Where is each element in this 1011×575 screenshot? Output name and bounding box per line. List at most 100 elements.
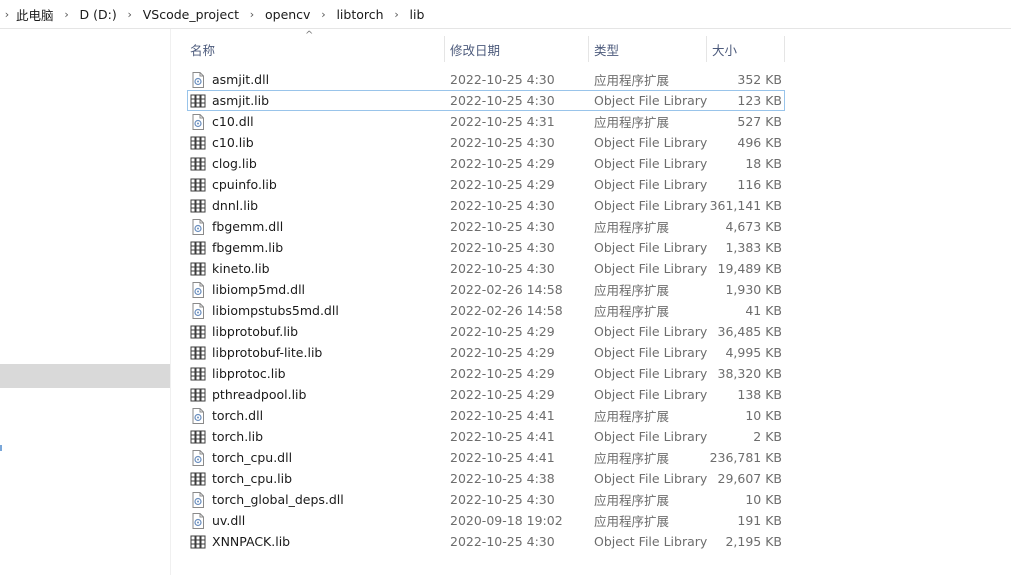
chevron-right-icon[interactable]: › xyxy=(241,8,263,21)
file-row[interactable]: libprotobuf.lib 2022-10-25 4:29 Object Fil… xyxy=(187,321,785,342)
column-header-size[interactable]: 大小 xyxy=(707,36,785,62)
file-name-cell[interactable]: XNNPACK.lib xyxy=(188,534,446,550)
breadcrumb-item-vscode-project[interactable]: VScode_project xyxy=(141,0,241,28)
file-row[interactable]: libprotoc.lib 2022-10-25 4:29 Object File … xyxy=(187,363,785,384)
chevron-right-icon[interactable]: › xyxy=(386,8,408,21)
file-size: 29,607 KB xyxy=(717,471,782,486)
file-name-cell[interactable]: libprotobuf-lite.lib xyxy=(188,345,446,361)
file-row[interactable]: torch.lib 2022-10-25 4:41 Object File Libr… xyxy=(187,426,785,447)
file-name-cell[interactable]: torch_cpu.dll xyxy=(188,449,446,466)
file-name-cell[interactable]: asmjit.dll xyxy=(188,71,446,88)
breadcrumb-item-lib[interactable]: lib xyxy=(408,0,427,28)
breadcrumb-item-libtorch[interactable]: libtorch xyxy=(334,0,385,28)
file-row[interactable]: fbgemm.lib 2022-10-25 4:30 Object File Lib… xyxy=(187,237,785,258)
file-row[interactable]: torch_global_deps.dll 2022-10-25 4:30 应用程序… xyxy=(187,489,785,510)
file-type: 应用程序扩展 xyxy=(594,220,670,235)
file-size: 116 KB xyxy=(737,177,782,192)
file-date: 2022-10-25 4:29 xyxy=(450,366,555,381)
file-name-cell[interactable]: libprotoc.lib xyxy=(188,366,446,382)
file-type: Object File Library xyxy=(594,240,708,255)
lib-file-icon xyxy=(190,93,206,109)
file-name-cell[interactable]: clog.lib xyxy=(188,156,446,172)
file-row[interactable]: asmjit.lib 2022-10-25 4:30 Object File Lib… xyxy=(187,90,785,111)
file-size: 236,781 KB xyxy=(709,450,782,465)
breadcrumb-item-opencv[interactable]: opencv xyxy=(263,0,312,28)
file-date: 2022-10-25 4:29 xyxy=(450,156,555,171)
file-row[interactable]: pthreadpool.lib 2022-10-25 4:29 Object Fil… xyxy=(187,384,785,405)
file-date: 2022-10-25 4:30 xyxy=(450,198,555,213)
file-row[interactable]: c10.dll 2022-10-25 4:31 应用程序扩展 527 KB xyxy=(187,111,785,132)
file-type: 应用程序扩展 xyxy=(594,493,670,508)
chevron-right-icon[interactable]: › xyxy=(0,8,14,21)
file-name: fbgemm.lib xyxy=(212,240,284,255)
file-name-cell[interactable]: uv.dll xyxy=(188,512,446,529)
file-name-cell[interactable]: libiomp5md.dll xyxy=(188,281,446,298)
file-name-cell[interactable]: torch.dll xyxy=(188,407,446,424)
lib-file-icon xyxy=(190,240,206,256)
dll-file-icon xyxy=(190,281,206,298)
file-name: libiompstubs5md.dll xyxy=(212,303,339,318)
file-type: 应用程序扩展 xyxy=(594,115,670,130)
file-size: 138 KB xyxy=(737,387,782,402)
file-size: 41 KB xyxy=(745,303,782,318)
file-name-cell[interactable]: torch_cpu.lib xyxy=(188,471,446,487)
column-header-date[interactable]: 修改日期 xyxy=(445,36,589,62)
file-row[interactable]: torch.dll 2022-10-25 4:41 应用程序扩展 10 KB xyxy=(187,405,785,426)
dll-file-icon xyxy=(190,218,206,235)
navigation-pane[interactable] xyxy=(0,29,171,575)
file-size: 10 KB xyxy=(745,492,782,507)
file-row[interactable]: torch_cpu.dll 2022-10-25 4:41 应用程序扩展 236,78… xyxy=(187,447,785,468)
file-explorer-window: › 此电脑 › D (D:) › VScode_project › opencv… xyxy=(0,0,1011,575)
file-date: 2022-02-26 14:58 xyxy=(450,303,563,318)
file-name-cell[interactable]: torch.lib xyxy=(188,429,446,445)
file-row[interactable]: libprotobuf-lite.lib 2022-10-25 4:29 Objec… xyxy=(187,342,785,363)
file-name-cell[interactable]: libprotobuf.lib xyxy=(188,324,446,340)
chevron-right-icon[interactable]: › xyxy=(56,8,78,21)
file-name-cell[interactable]: kineto.lib xyxy=(188,261,446,277)
file-row[interactable]: fbgemm.dll 2022-10-25 4:30 应用程序扩展 4,673 KB xyxy=(187,216,785,237)
file-row[interactable]: clog.lib 2022-10-25 4:29 Object File Libra… xyxy=(187,153,785,174)
lib-file-icon xyxy=(190,156,206,172)
lib-file-icon xyxy=(190,345,206,361)
breadcrumb-item-drive-d[interactable]: D (D:) xyxy=(78,0,119,28)
file-list[interactable]: ^ 名称 修改日期 类型 大小 asmjit.dll 2022-10-25 4:3… xyxy=(171,29,1011,575)
file-name-cell[interactable]: pthreadpool.lib xyxy=(188,387,446,403)
column-header-type[interactable]: 类型 xyxy=(589,36,707,62)
lib-file-icon xyxy=(190,261,206,277)
file-row[interactable]: dnnl.lib 2022-10-25 4:30 Object File Libra… xyxy=(187,195,785,216)
dll-file-icon xyxy=(190,407,206,424)
file-date: 2022-10-25 4:41 xyxy=(450,429,555,444)
file-type: 应用程序扩展 xyxy=(594,514,670,529)
file-name: fbgemm.dll xyxy=(212,219,284,234)
chevron-right-icon[interactable]: › xyxy=(312,8,334,21)
file-row[interactable]: c10.lib 2022-10-25 4:30 Object File Librar… xyxy=(187,132,785,153)
file-row[interactable]: uv.dll 2020-09-18 19:02 应用程序扩展 191 KB xyxy=(187,510,785,531)
file-name-cell[interactable]: c10.dll xyxy=(188,113,446,130)
breadcrumb-item-this-pc[interactable]: 此电脑 xyxy=(14,0,56,28)
file-name-cell[interactable]: dnnl.lib xyxy=(188,198,446,214)
file-name: kineto.lib xyxy=(212,261,270,276)
file-row[interactable]: torch_cpu.lib 2022-10-25 4:38 Object File … xyxy=(187,468,785,489)
file-row[interactable]: asmjit.dll 2022-10-25 4:30 应用程序扩展 352 KB xyxy=(187,69,785,90)
file-name-cell[interactable]: fbgemm.lib xyxy=(188,240,446,256)
file-row[interactable]: XNNPACK.lib 2022-10-25 4:30 Object File Li… xyxy=(187,531,785,552)
file-size: 10 KB xyxy=(745,408,782,423)
chevron-right-icon[interactable]: › xyxy=(119,8,141,21)
file-row[interactable]: kineto.lib 2022-10-25 4:30 Object File Lib… xyxy=(187,258,785,279)
file-name-cell[interactable]: cpuinfo.lib xyxy=(188,177,446,193)
file-name-cell[interactable]: libiompstubs5md.dll xyxy=(188,302,446,319)
file-type: Object File Library xyxy=(594,177,708,192)
file-name-cell[interactable]: c10.lib xyxy=(188,135,446,151)
file-name: libprotoc.lib xyxy=(212,366,286,381)
file-row[interactable]: cpuinfo.lib 2022-10-25 4:29 Object File Li… xyxy=(187,174,785,195)
column-header-row: ^ 名称 修改日期 类型 大小 xyxy=(185,30,785,62)
file-row[interactable]: libiompstubs5md.dll 2022-02-26 14:58 应用程序扩… xyxy=(187,300,785,321)
address-bar[interactable]: › 此电脑 › D (D:) › VScode_project › opencv… xyxy=(0,0,1011,29)
file-name-cell[interactable]: fbgemm.dll xyxy=(188,218,446,235)
dll-file-icon xyxy=(190,113,206,130)
nav-selected-item[interactable] xyxy=(0,364,170,388)
column-header-name[interactable]: ^ 名称 xyxy=(185,30,445,62)
file-name-cell[interactable]: asmjit.lib xyxy=(188,93,446,109)
file-row[interactable]: libiomp5md.dll 2022-02-26 14:58 应用程序扩展 1,93… xyxy=(187,279,785,300)
file-name-cell[interactable]: torch_global_deps.dll xyxy=(188,491,446,508)
